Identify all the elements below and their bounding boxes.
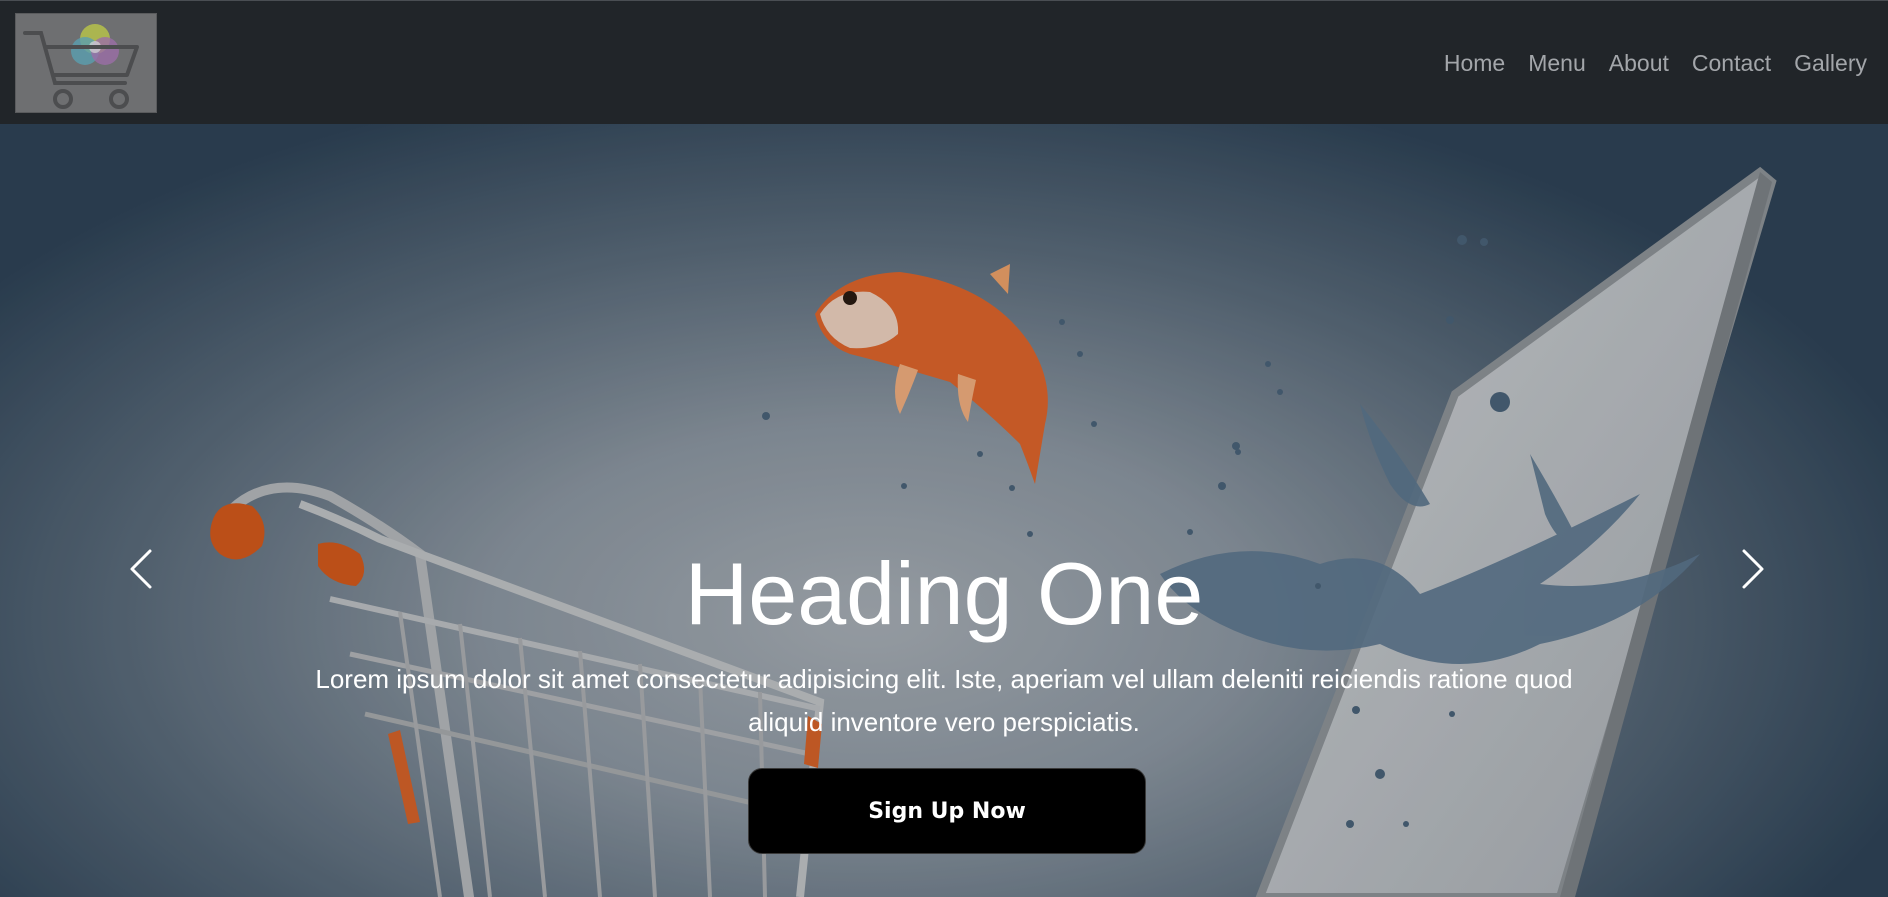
hero-carousel: Heading One Lorem ipsum dolor sit amet c… — [0, 124, 1888, 897]
hero-heading: Heading One — [684, 544, 1204, 643]
nav-link-home[interactable]: Home — [1444, 48, 1505, 78]
carousel-next-button[interactable] — [1718, 524, 1788, 614]
logo[interactable] — [15, 13, 157, 113]
sign-up-button[interactable]: Sign Up Now — [748, 768, 1146, 854]
carousel-caption: Heading One Lorem ipsum dolor sit amet c… — [0, 544, 1888, 744]
chevron-left-icon — [130, 549, 152, 589]
nav-link-gallery[interactable]: Gallery — [1794, 48, 1867, 78]
chevron-right-icon — [1742, 549, 1764, 589]
hero-text: Lorem ipsum dolor sit amet consectetur a… — [315, 664, 1573, 737]
carousel-prev-button[interactable] — [106, 524, 176, 614]
navbar: Home Menu About Contact Gallery — [0, 0, 1888, 124]
nav-link-about[interactable]: About — [1609, 48, 1669, 78]
nav-menu: Home Menu About Contact Gallery — [1444, 48, 1867, 78]
nav-link-menu[interactable]: Menu — [1528, 48, 1586, 78]
shopping-cart-logo-icon — [23, 24, 139, 109]
nav-link-contact[interactable]: Contact — [1692, 48, 1771, 78]
